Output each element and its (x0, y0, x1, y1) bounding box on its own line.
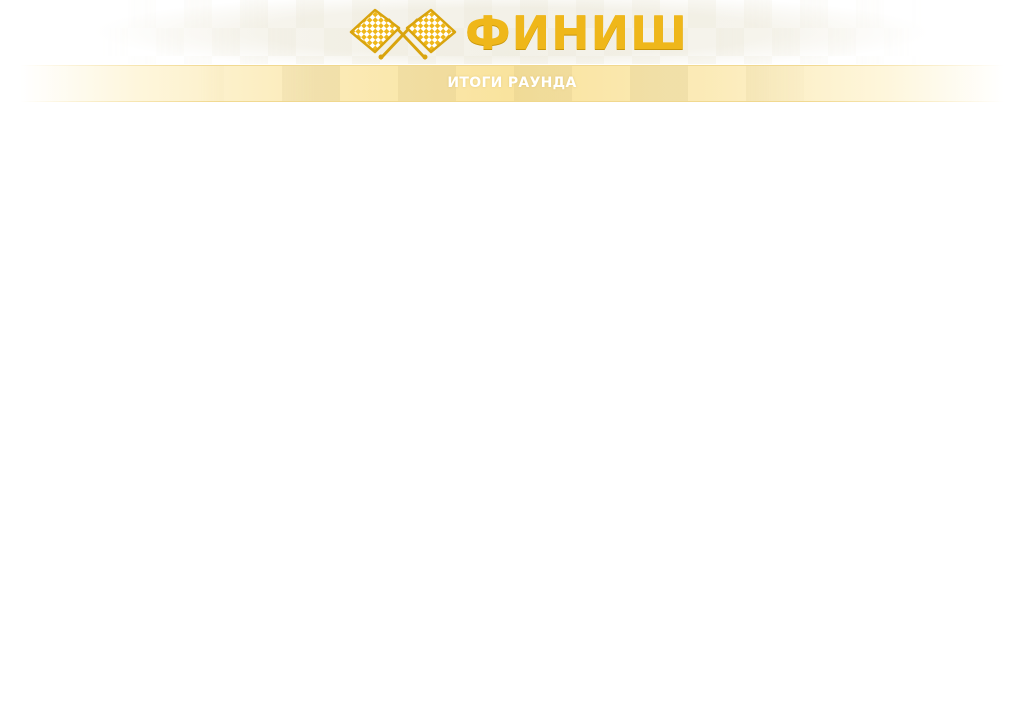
results-screen: ФИНИШ ИТОГИ РАУНДА (0, 0, 1024, 720)
checkered-flags-icon (349, 8, 457, 60)
banner-title: ИТОГИ РАУНДА (447, 75, 577, 91)
logo-text: ФИНИШ (465, 6, 688, 60)
round-results-banner: ИТОГИ РАУНДА (20, 65, 1004, 102)
header: ФИНИШ (0, 0, 1024, 64)
results-content-area (0, 103, 1024, 720)
finish-logo: ФИНИШ (347, 6, 687, 60)
